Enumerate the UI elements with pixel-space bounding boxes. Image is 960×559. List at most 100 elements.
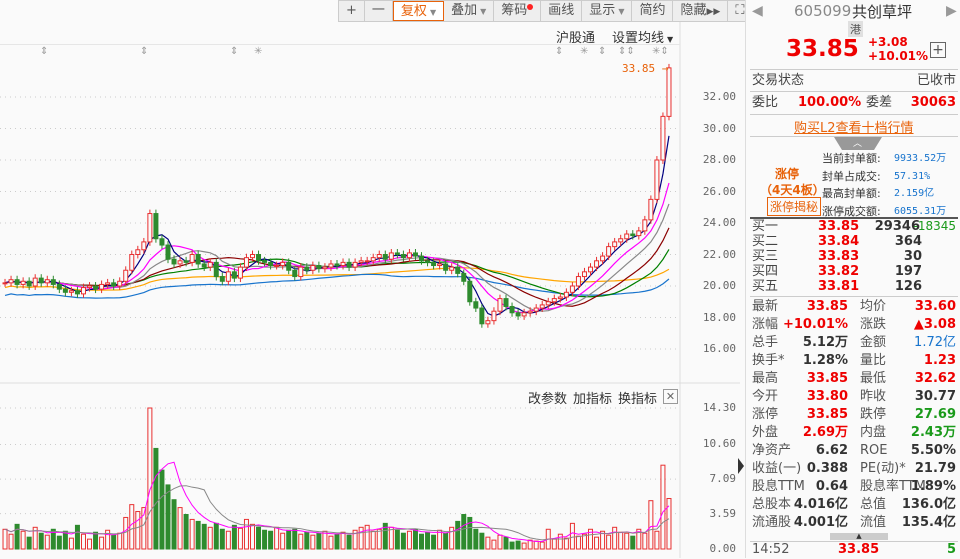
- stat-label: 涨停: [752, 407, 779, 422]
- candle: [382, 254, 388, 260]
- chips-button[interactable]: 筹码: [494, 1, 542, 21]
- price-change: +3.08: [868, 35, 908, 49]
- caret-down-icon: ▼: [618, 7, 625, 16]
- price-axis-label: 18.00: [702, 310, 736, 324]
- candle: [364, 260, 370, 263]
- candle: [606, 246, 612, 257]
- limit-up-reveal-button[interactable]: 涨停揭秘: [767, 197, 822, 216]
- volume-bar: [618, 531, 624, 550]
- event-marker-icon[interactable]: ⇕: [40, 46, 48, 57]
- change-params-button[interactable]: 改参数: [528, 388, 567, 407]
- volume-bar: [485, 536, 491, 550]
- volume-bar: [425, 531, 431, 550]
- kline-chart[interactable]: [0, 0, 740, 558]
- limit-stat-label: 封单占成交:: [822, 169, 881, 183]
- volume-bar: [213, 522, 219, 550]
- volume-bar: [44, 534, 50, 550]
- event-marker-icon[interactable]: ⇕: [555, 46, 563, 57]
- candle: [286, 261, 292, 271]
- candle: [557, 296, 563, 300]
- volume-bar: [177, 507, 183, 550]
- candle: [485, 320, 491, 325]
- close-icon[interactable]: ✕: [663, 389, 678, 404]
- limit-up-title: 涨停: [775, 167, 800, 181]
- candle: [74, 290, 80, 295]
- stat-value: 0.64: [815, 479, 848, 494]
- stat-value: 33.85: [806, 407, 848, 422]
- volume-bar: [231, 524, 237, 550]
- volume-bar: [322, 530, 328, 550]
- stat-label: 最新: [752, 299, 779, 314]
- volume-bar: [479, 532, 485, 550]
- candle: [461, 272, 467, 282]
- last-price-label: 33.85 →: [622, 62, 669, 75]
- candle: [298, 266, 304, 278]
- star-marker-icon[interactable]: ✳: [580, 46, 588, 57]
- candle: [50, 279, 56, 285]
- stat-label: 股息TTM: [752, 479, 805, 494]
- overlay-button[interactable]: 叠加 ▼: [444, 1, 495, 21]
- candle: [539, 304, 545, 309]
- candle: [262, 260, 268, 263]
- simple-button[interactable]: 简约: [632, 1, 674, 21]
- stat-row: 最新 33.85 均价 33.60: [752, 298, 956, 316]
- candle: [370, 257, 376, 262]
- candle: [8, 279, 14, 284]
- candle: [352, 261, 358, 268]
- candle: [280, 261, 286, 267]
- stat-label: 跌停: [860, 407, 887, 422]
- draw-button[interactable]: 画线: [541, 1, 583, 21]
- volume-bar: [569, 522, 575, 550]
- volume-bar: [207, 526, 213, 550]
- stat-value: 1.28%: [802, 353, 848, 368]
- candle: [225, 271, 231, 282]
- candle: [527, 310, 533, 314]
- bid-price: 33.81: [818, 279, 860, 294]
- star-marker-icon[interactable]: ✳⇕: [652, 46, 669, 57]
- volume-bar: [394, 529, 400, 550]
- candle: [431, 261, 437, 267]
- candle: [612, 241, 618, 248]
- zoom-in-button[interactable]: +: [339, 1, 365, 21]
- candle: [575, 276, 581, 287]
- price-axis-label: 28.00: [702, 153, 736, 166]
- candle: [455, 266, 461, 274]
- expand-handle-icon[interactable]: ▲: [830, 533, 888, 540]
- volume-bar: [443, 532, 449, 550]
- volume-bar: [68, 537, 74, 550]
- volume-axis-label: 0.00: [709, 542, 737, 555]
- hide-button[interactable]: 隐藏▶▶: [673, 1, 729, 21]
- candle: [201, 263, 207, 268]
- event-marker-icon[interactable]: ⇕: [140, 46, 148, 57]
- divider: [750, 91, 958, 92]
- current-price: 33.85: [786, 36, 859, 62]
- next-stock-icon[interactable]: ▶: [946, 3, 957, 19]
- candle: [310, 265, 316, 271]
- price-axis-label: 22.00: [702, 247, 736, 261]
- prev-stock-icon[interactable]: ◀: [752, 3, 763, 19]
- adjust-button[interactable]: 复权 ▼: [392, 1, 445, 21]
- star-marker-icon[interactable]: ✳: [254, 46, 262, 57]
- buy-l2-link[interactable]: 购买L2查看十档行情: [794, 117, 914, 136]
- zoom-out-button[interactable]: 一: [365, 1, 393, 21]
- limit-stat-row: 当前封单额: 9933.52万: [822, 152, 957, 168]
- collapse-panel-icon[interactable]: [738, 458, 744, 474]
- double-arrow-right-icon: ▶▶: [706, 7, 721, 17]
- stat-label: PE(动)*: [860, 461, 906, 476]
- volume-bar: [624, 532, 630, 550]
- add-watchlist-button[interactable]: +: [930, 42, 946, 58]
- stat-value: 1.72亿: [914, 335, 956, 350]
- event-marker-icon[interactable]: ⇕⇕: [618, 46, 635, 57]
- stat-label: 总手: [752, 335, 779, 350]
- candle: [26, 280, 32, 287]
- add-indicator-button[interactable]: 加指标: [573, 388, 612, 407]
- candle: [328, 263, 334, 268]
- event-marker-icon[interactable]: ⇕: [230, 46, 238, 57]
- switch-indicator-button[interactable]: 换指标: [618, 388, 657, 407]
- candle: [636, 230, 642, 237]
- stat-label: 量比: [860, 353, 887, 368]
- volume-bar: [2, 528, 8, 550]
- volume-bar: [346, 534, 352, 550]
- display-button[interactable]: 显示 ▼: [582, 1, 633, 21]
- event-marker-icon[interactable]: ⇕: [598, 46, 606, 57]
